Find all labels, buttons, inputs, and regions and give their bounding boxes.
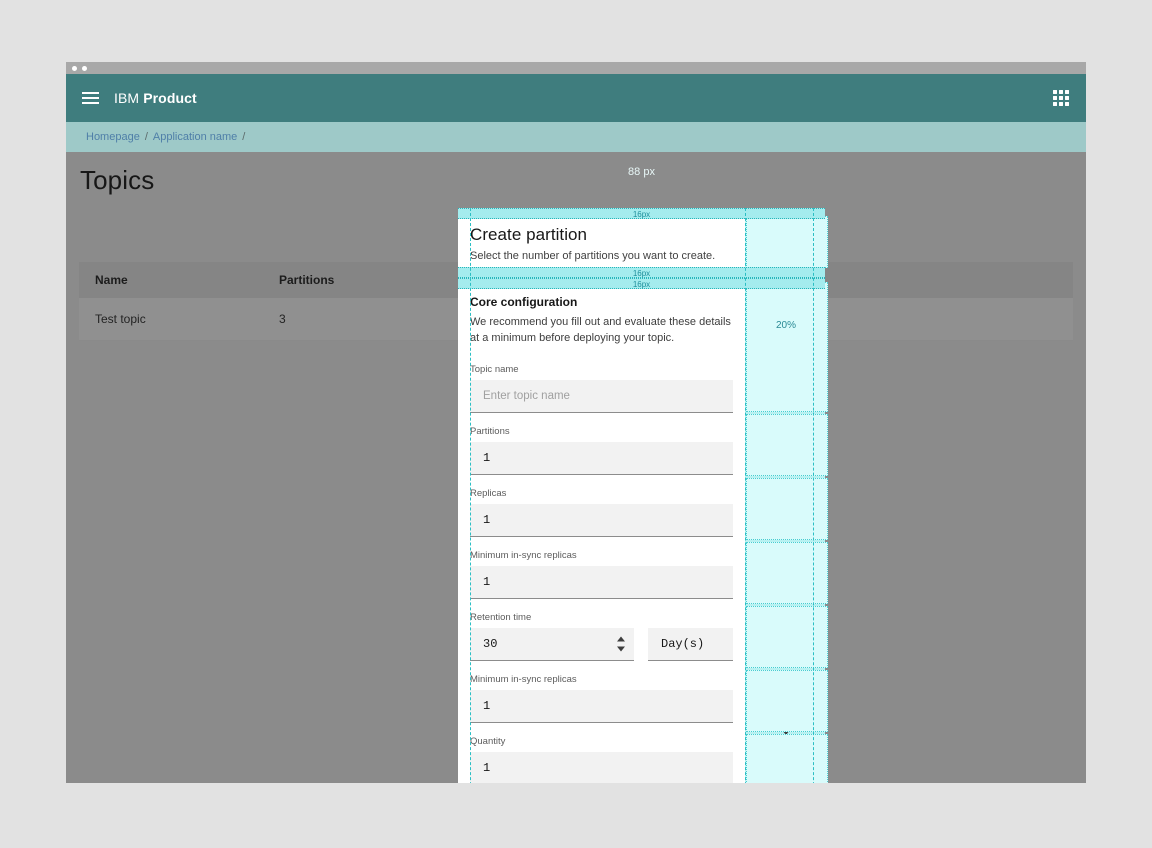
minimum-in-sync-replicas-value: 1	[470, 575, 490, 589]
field-minimum-in-sync-replicas-2: Minimum in-sync replicas 1	[458, 661, 745, 723]
minimum-in-sync-replicas-2-input[interactable]: 1	[470, 690, 733, 723]
grid-percent-annotation: 20%	[756, 320, 816, 331]
field-topic-name: Topic name Enter topic name	[458, 351, 745, 413]
brand-title: IBM Product	[114, 90, 197, 106]
field-label-minimum-in-sync-replicas: Minimum in-sync replicas	[470, 537, 733, 566]
window-dot-2[interactable]	[82, 66, 87, 71]
spacing-annotation-1: 16px	[458, 208, 825, 219]
field-label-retention-time: Retention time	[470, 599, 733, 628]
window-chrome-bar	[66, 62, 1086, 74]
replicas-input[interactable]: 1	[470, 504, 733, 537]
quantity-input[interactable]: 1	[470, 752, 733, 783]
minimum-in-sync-replicas-input[interactable]: 1	[470, 566, 733, 599]
breadcrumb-item-homepage[interactable]: Homepage	[86, 131, 140, 143]
field-label-minimum-in-sync-replicas-2: Minimum in-sync replicas	[470, 661, 733, 690]
field-retention-time: Retention time 30 Day(s)	[458, 599, 745, 661]
minimum-in-sync-replicas-2-value: 1	[470, 699, 490, 713]
field-label-replicas: Replicas	[470, 475, 733, 504]
retention-time-unit-select[interactable]: Day(s)	[648, 628, 733, 661]
section-title: Core configuration	[470, 289, 733, 309]
table-cell-name: Test topic	[79, 312, 279, 326]
field-label-topic-name: Topic name	[470, 351, 733, 380]
app-grid-icon[interactable]	[1046, 83, 1076, 113]
partitions-input[interactable]: 1	[470, 442, 733, 475]
field-minimum-in-sync-replicas: Minimum in-sync replicas 1	[458, 537, 745, 599]
breadcrumb-item-application-name[interactable]: Application name	[153, 131, 237, 143]
stepper-icon-retention-time[interactable]	[616, 636, 625, 651]
top-navigation-bar: IBM Product	[66, 74, 1086, 122]
field-replicas: Replicas 1	[458, 475, 745, 537]
spacing-annotation-3: 16px	[458, 278, 825, 289]
replicas-value: 1	[470, 513, 490, 527]
grid-guide-left	[470, 208, 471, 783]
hamburger-menu-icon[interactable]	[66, 74, 114, 122]
partitions-value: 1	[470, 451, 490, 465]
breadcrumb-separator-1: /	[145, 131, 148, 143]
table-column-header-name[interactable]: Name	[79, 273, 279, 287]
topic-name-placeholder: Enter topic name	[470, 390, 570, 402]
retention-time-input[interactable]: 30	[470, 628, 634, 661]
brand-prefix: IBM	[114, 90, 143, 106]
modal-section-intro: Core configuration We recommend you fill…	[458, 289, 745, 351]
field-label-quantity: Quantity	[470, 723, 733, 752]
create-partition-modal: 20% 16px Create partition Select the num…	[458, 208, 825, 783]
retention-time-unit-value: Day(s)	[648, 637, 704, 651]
retention-time-value: 30	[470, 637, 497, 651]
breadcrumb: Homepage / Application name /	[66, 122, 1086, 152]
retention-time-row: 30 Day(s)	[470, 628, 733, 661]
app-window: IBM Product Homepage / Application name …	[66, 62, 1086, 783]
spacing-annotation-2: 16px	[458, 267, 825, 278]
breadcrumb-separator-2: /	[242, 131, 245, 143]
field-quantity: Quantity 1	[458, 723, 745, 783]
window-dot-1[interactable]	[72, 66, 77, 71]
topic-name-input[interactable]: Enter topic name	[470, 380, 733, 413]
spacing-annotation-top: 88 px	[458, 166, 825, 178]
brand-name: Product	[143, 90, 197, 106]
field-label-partitions: Partitions	[470, 413, 733, 442]
grid-guide-right	[813, 208, 814, 783]
modal-title: Create partition	[470, 219, 733, 245]
field-partitions: Partitions 1	[458, 413, 745, 475]
section-description: We recommend you fill out and evaluate t…	[470, 309, 733, 347]
grid-guide-mid	[745, 208, 746, 783]
modal-content: 16px Create partition Select the number …	[458, 208, 825, 783]
quantity-value: 1	[470, 761, 490, 775]
modal-header: Create partition Select the number of pa…	[458, 219, 745, 267]
modal-subtitle: Select the number of partitions you want…	[470, 245, 733, 267]
